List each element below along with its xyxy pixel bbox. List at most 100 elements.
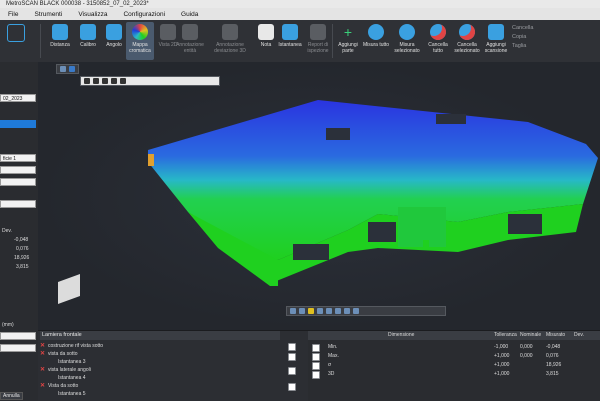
tree-item[interactable]: Istantanea 3 [58,358,86,366]
tree-checkbox[interactable] [288,353,296,361]
left-panel: 02_2023 ficie 1 Dev. -0,048 0,076 18,926… [0,62,39,400]
misura-tutto-button[interactable]: Misura tutto [362,24,390,48]
part-bracket [423,240,429,250]
param-field-1[interactable] [0,166,36,174]
shade-icon[interactable] [308,308,314,314]
aggiungi-parte-button[interactable]: + Aggiungi parte [334,24,362,54]
tree-checkbox[interactable] [288,383,296,391]
layers-icon[interactable] [344,308,350,314]
menu-strumenti[interactable]: Strumenti [26,11,70,18]
col-header: Dev. [574,331,584,340]
selected-row[interactable] [0,120,36,128]
curve-icon [7,24,25,42]
tree-title: Lamiera frontale [42,332,82,338]
param-field-3[interactable] [0,200,36,208]
tree-item[interactable]: ✕ vista laterale angoli [40,366,91,374]
param-field-2[interactable] [0,178,36,186]
mappa-cromatica-button[interactable]: Mappa cromatica [126,22,154,60]
delete-all-icon [430,24,446,40]
annotazione-entita-button[interactable]: Annotazione entità [176,24,204,54]
tree-checkbox[interactable] [288,343,296,351]
distanza-button[interactable]: Distanza [46,24,74,48]
menu-configurazioni[interactable]: Configurazioni [115,11,173,18]
table-cell-dim[interactable]: σ [328,361,331,369]
menu-file[interactable]: File [0,11,26,18]
ribbon-toolbar: Distanza Calibro Angolo Mappa cromatica … [0,20,600,63]
row-checkbox[interactable] [312,344,320,352]
col-header: Nominale [520,331,542,340]
part-front-slot [293,244,329,260]
part-front-slot [368,222,396,242]
cancella-selezionato-button[interactable]: Cancella selezionato [450,24,484,54]
measurement-table: Dimensione Tolleranza Nominale Misurato … [308,331,600,401]
annotazione-deviazione-button[interactable]: Annotazione deviazione 3D [212,24,248,54]
tree-item[interactable]: Istantanea 5 [58,390,86,398]
tree-item[interactable]: ✕ costruzione rif vista sotto [40,342,103,350]
rotate-icon[interactable] [290,308,296,314]
view-2d-icon [160,24,176,40]
annulla-button[interactable]: Annulla [0,392,23,400]
row-checkbox[interactable] [312,371,320,379]
surface-select[interactable]: ficie 1 [0,154,36,162]
unit-field-2[interactable] [0,344,36,352]
part-notch [436,114,466,124]
grid-icon[interactable] [317,308,323,314]
tree-item[interactable]: ✕ Vista da sotto [40,382,78,390]
error-icon: ✕ [40,343,46,349]
table-cell-dim[interactable]: Min. [328,343,337,351]
camera-icon[interactable] [326,308,332,314]
tree-item[interactable]: Istantanea 4 [58,374,86,382]
table-cell-mis: -0,048 [546,344,561,350]
table-cell-mis: 18,926 [546,362,562,368]
title-bar: MetroSCAN BLACK 000038 - 3150852_07_02_2… [0,0,600,8]
part-lower-block [398,207,446,247]
error-icon: ✕ [40,383,46,389]
table-cell-dim[interactable]: 3D [328,370,334,378]
col-header: Tolleranza [494,331,517,340]
calibro-button[interactable]: Calibro [74,24,102,48]
plus-icon: + [343,24,353,40]
3d-viewport[interactable] [38,62,600,330]
taglia-item[interactable]: Taglia [512,42,533,51]
row-checkbox[interactable] [312,362,320,370]
aggiungi-scansione-button[interactable]: Aggiungi scansione [482,24,510,54]
bottom-panel: Lamiera frontale ✕ costruzione rif vista … [38,330,600,401]
light-icon[interactable] [335,308,341,314]
col-header: Dimensione [388,331,415,340]
row-checkbox[interactable] [312,353,320,361]
distance-icon [52,24,68,40]
dev-value: 0,076 [16,246,29,252]
viewport-bottom-toolbar [286,306,446,316]
menu-visualizza[interactable]: Visualizza [70,11,115,18]
tree-item[interactable]: ✕ vista da sotto [40,350,78,358]
report-ispezione-button[interactable]: Report di ispezione [304,24,332,54]
ribbon-left-tools[interactable] [2,24,30,44]
unit-field[interactable] [0,332,36,340]
part-bracket [270,276,278,286]
eye-icon[interactable] [353,308,359,314]
table-cell-tol: +1,000 [494,353,510,359]
menu-guida[interactable]: Guida [173,11,206,18]
copia-item[interactable]: Copia [512,33,533,42]
annotation-icon [182,24,198,40]
date-field[interactable]: 02_2023 [0,94,36,102]
measure-selected-icon [399,24,415,40]
ribbon-separator [40,24,41,58]
dev-value: -0,048 [14,237,29,243]
cancella-tutto-button[interactable]: Cancella tutto [424,24,452,54]
tree-checkbox[interactable] [288,367,296,375]
table-cell-dim[interactable]: Max. [328,352,339,360]
report-icon [310,24,326,40]
snapshot-icon [282,24,298,40]
left-button-bar: Annulla [0,392,38,400]
ribbon-separator [332,24,333,58]
cancella-item[interactable]: Cancella [512,24,533,33]
angolo-button[interactable]: Angolo [100,24,128,48]
dev-value: 3,815 [16,264,29,270]
cube-icon[interactable] [299,308,305,314]
misura-selezionato-button[interactable]: Misura selezionato [390,24,424,54]
istantanea-button[interactable]: Istantanea [276,24,304,48]
table-cell-tol: -1,000 [494,344,509,350]
unit-label: (mm) [2,322,14,328]
color-map-icon [132,24,148,40]
